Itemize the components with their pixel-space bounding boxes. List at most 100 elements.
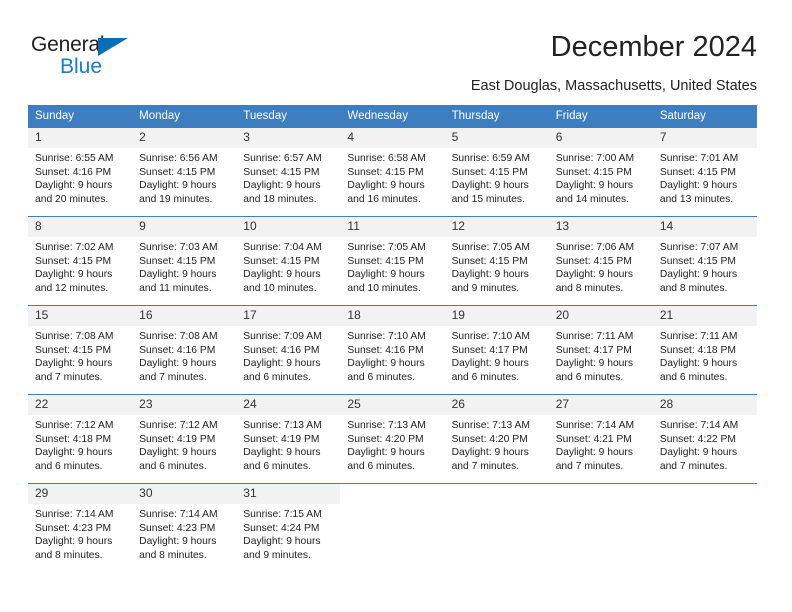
calendar-day-cell[interactable]: 14 Sunrise: 7:07 AM Sunset: 4:15 PM Dayligh… xyxy=(652,216,757,306)
sunset-time: Sunset: 4:15 PM xyxy=(139,255,216,267)
calendar-body: 1 Sunrise: 6:55 AM Sunset: 4:16 PM Daylight… xyxy=(28,127,757,572)
calendar-day-cell[interactable]: 6 Sunrise: 7:00 AM Sunset: 4:15 PM Daylight… xyxy=(548,127,653,217)
calendar-day-cell[interactable]: 19 Sunrise: 7:10 AM Sunset: 4:17 PM Dayligh… xyxy=(444,305,549,395)
sunrise-time: Sunrise: 7:05 AM xyxy=(347,242,426,253)
daylight-line-2: and 15 minutes. xyxy=(451,193,525,205)
sunrise-time: Sunrise: 7:10 AM xyxy=(347,331,426,342)
daylight-line-1: Daylight: 9 hours xyxy=(347,269,425,281)
calendar-day-cell[interactable]: 22 Sunrise: 7:12 AM Sunset: 4:18 PM Dayligh… xyxy=(28,394,133,484)
day-number: 6 xyxy=(548,128,653,148)
calendar-day-cell[interactable]: 21 Sunrise: 7:11 AM Sunset: 4:18 PM Dayligh… xyxy=(652,305,757,395)
daylight-line-2: and 6 minutes. xyxy=(243,371,311,383)
daylight-line-2: and 20 minutes. xyxy=(35,193,109,205)
day-info: Sunrise: 7:12 AM Sunset: 4:19 PM Daylight:… xyxy=(132,415,236,473)
calendar-day-cell[interactable]: 30 Sunrise: 7:14 AM Sunset: 4:23 PM Dayligh… xyxy=(132,483,237,572)
sunrise-time: Sunrise: 7:08 AM xyxy=(139,331,218,342)
daylight-line-2: and 8 minutes. xyxy=(555,282,624,294)
day-number: 16 xyxy=(132,306,237,326)
daylight-line-1: Daylight: 9 hours xyxy=(35,269,113,281)
daylight-line-1: Daylight: 9 hours xyxy=(243,447,321,459)
page-title: December 2024 xyxy=(550,31,757,63)
calendar-day-cell[interactable]: 8 Sunrise: 7:02 AM Sunset: 4:15 PM Daylight… xyxy=(28,216,133,306)
day-info: Sunrise: 6:58 AM Sunset: 4:15 PM Daylight:… xyxy=(340,148,444,206)
day-number: 1 xyxy=(28,128,133,148)
calendar-day-cell[interactable]: 9 Sunrise: 7:03 AM Sunset: 4:15 PM Daylight… xyxy=(132,216,237,306)
daylight-line-1: Daylight: 9 hours xyxy=(243,180,321,192)
day-number xyxy=(548,484,653,504)
daylight-line-2: and 6 minutes. xyxy=(243,460,311,472)
day-number: 10 xyxy=(236,217,341,237)
calendar-day-cell[interactable]: 11 Sunrise: 7:05 AM Sunset: 4:15 PM Dayligh… xyxy=(340,216,445,306)
calendar-day-cell[interactable]: 2 Sunrise: 6:56 AM Sunset: 4:15 PM Daylight… xyxy=(132,127,237,217)
day-info: Sunrise: 7:10 AM Sunset: 4:16 PM Daylight:… xyxy=(340,326,444,384)
calendar-week-row: 1 Sunrise: 6:55 AM Sunset: 4:16 PM Daylight… xyxy=(28,127,757,217)
calendar-day-cell[interactable]: 25 Sunrise: 7:13 AM Sunset: 4:20 PM Dayligh… xyxy=(340,394,445,484)
daylight-line-2: and 14 minutes. xyxy=(555,193,629,205)
daylight-line-2: and 9 minutes. xyxy=(243,549,311,561)
day-info: Sunrise: 7:13 AM Sunset: 4:20 PM Daylight:… xyxy=(340,415,444,473)
calendar-day-cell[interactable]: 29 Sunrise: 7:14 AM Sunset: 4:23 PM Dayligh… xyxy=(28,483,133,572)
day-number: 14 xyxy=(652,217,757,237)
sunrise-time: Sunrise: 7:11 AM xyxy=(659,331,738,342)
calendar-day-cell[interactable]: 7 Sunrise: 7:01 AM Sunset: 4:15 PM Daylight… xyxy=(652,127,757,217)
triangle-icon xyxy=(98,38,128,56)
daylight-line-1: Daylight: 9 hours xyxy=(139,536,217,548)
sunrise-time: Sunrise: 7:12 AM xyxy=(35,420,114,431)
calendar-day-cell[interactable]: 13 Sunrise: 7:06 AM Sunset: 4:15 PM Dayligh… xyxy=(548,216,653,306)
calendar-day-cell[interactable]: 4 Sunrise: 6:58 AM Sunset: 4:15 PM Daylight… xyxy=(340,127,445,217)
calendar-week-row: 8 Sunrise: 7:02 AM Sunset: 4:15 PM Daylight… xyxy=(28,216,757,306)
calendar-day-cell[interactable]: 18 Sunrise: 7:10 AM Sunset: 4:16 PM Dayligh… xyxy=(340,305,445,395)
calendar-day-cell[interactable]: 27 Sunrise: 7:14 AM Sunset: 4:21 PM Dayligh… xyxy=(548,394,653,484)
day-number xyxy=(340,484,445,504)
general-blue-logo[interactable]: General Blue xyxy=(31,33,161,81)
day-info: Sunrise: 7:09 AM Sunset: 4:16 PM Daylight:… xyxy=(236,326,340,384)
sunrise-time: Sunrise: 6:56 AM xyxy=(139,153,218,164)
calendar-day-cell[interactable]: 16 Sunrise: 7:08 AM Sunset: 4:16 PM Dayligh… xyxy=(132,305,237,395)
calendar-day-cell-empty xyxy=(548,483,653,572)
day-number: 13 xyxy=(548,217,653,237)
weekday-header-monday: Monday xyxy=(132,105,237,128)
calendar-day-cell[interactable]: 10 Sunrise: 7:04 AM Sunset: 4:15 PM Dayligh… xyxy=(236,216,341,306)
sunset-time: Sunset: 4:15 PM xyxy=(347,166,424,178)
daylight-line-1: Daylight: 9 hours xyxy=(35,358,113,370)
day-info: Sunrise: 7:10 AM Sunset: 4:17 PM Daylight:… xyxy=(445,326,549,384)
daylight-line-1: Daylight: 9 hours xyxy=(555,180,633,192)
daylight-line-1: Daylight: 9 hours xyxy=(35,180,113,192)
sunset-time: Sunset: 4:15 PM xyxy=(35,344,112,356)
calendar-day-cell[interactable]: 20 Sunrise: 7:11 AM Sunset: 4:17 PM Dayligh… xyxy=(548,305,653,395)
calendar-day-cell[interactable]: 1 Sunrise: 6:55 AM Sunset: 4:16 PM Daylight… xyxy=(28,127,133,217)
calendar-day-cell[interactable]: 5 Sunrise: 6:59 AM Sunset: 4:15 PM Daylight… xyxy=(444,127,549,217)
calendar-day-cell[interactable]: 3 Sunrise: 6:57 AM Sunset: 4:15 PM Daylight… xyxy=(236,127,341,217)
sunrise-time: Sunrise: 6:59 AM xyxy=(451,153,530,164)
day-info: Sunrise: 7:08 AM Sunset: 4:16 PM Daylight:… xyxy=(132,326,236,384)
day-info: Sunrise: 7:02 AM Sunset: 4:15 PM Daylight:… xyxy=(28,237,132,295)
calendar-day-cell[interactable]: 24 Sunrise: 7:13 AM Sunset: 4:19 PM Dayligh… xyxy=(236,394,341,484)
daylight-line-2: and 18 minutes. xyxy=(243,193,317,205)
calendar-day-cell[interactable]: 23 Sunrise: 7:12 AM Sunset: 4:19 PM Dayligh… xyxy=(132,394,237,484)
calendar-day-cell[interactable]: 28 Sunrise: 7:14 AM Sunset: 4:22 PM Dayligh… xyxy=(652,394,757,484)
calendar-day-cell[interactable]: 15 Sunrise: 7:08 AM Sunset: 4:15 PM Dayligh… xyxy=(28,305,133,395)
day-info: Sunrise: 6:59 AM Sunset: 4:15 PM Daylight:… xyxy=(445,148,549,206)
daylight-line-1: Daylight: 9 hours xyxy=(451,447,529,459)
daylight-line-2: and 7 minutes. xyxy=(555,460,624,472)
daylight-line-1: Daylight: 9 hours xyxy=(659,180,738,192)
calendar-day-cell[interactable]: 31 Sunrise: 7:15 AM Sunset: 4:24 PM Dayligh… xyxy=(236,483,341,572)
daylight-line-2: and 12 minutes. xyxy=(35,282,109,294)
sunset-time: Sunset: 4:18 PM xyxy=(35,433,112,445)
daylight-line-2: and 8 minutes. xyxy=(659,282,728,294)
sunrise-time: Sunrise: 7:02 AM xyxy=(35,242,114,253)
calendar-day-cell[interactable]: 12 Sunrise: 7:05 AM Sunset: 4:15 PM Dayligh… xyxy=(444,216,549,306)
day-number: 20 xyxy=(548,306,653,326)
day-number: 18 xyxy=(340,306,445,326)
weekday-header-wednesday: Wednesday xyxy=(340,105,445,128)
calendar-day-cell[interactable]: 26 Sunrise: 7:13 AM Sunset: 4:20 PM Dayligh… xyxy=(444,394,549,484)
logo-text-general: General xyxy=(31,33,105,56)
calendar-day-cell[interactable]: 17 Sunrise: 7:09 AM Sunset: 4:16 PM Dayligh… xyxy=(236,305,341,395)
sunrise-time: Sunrise: 7:14 AM xyxy=(35,509,114,520)
sunset-time: Sunset: 4:20 PM xyxy=(451,433,528,445)
sunset-time: Sunset: 4:15 PM xyxy=(555,255,632,267)
daylight-line-2: and 7 minutes. xyxy=(451,460,520,472)
day-info: Sunrise: 7:00 AM Sunset: 4:15 PM Daylight:… xyxy=(549,148,653,206)
day-info: Sunrise: 7:14 AM Sunset: 4:22 PM Daylight:… xyxy=(653,415,757,473)
day-info: Sunrise: 6:56 AM Sunset: 4:15 PM Daylight:… xyxy=(132,148,236,206)
